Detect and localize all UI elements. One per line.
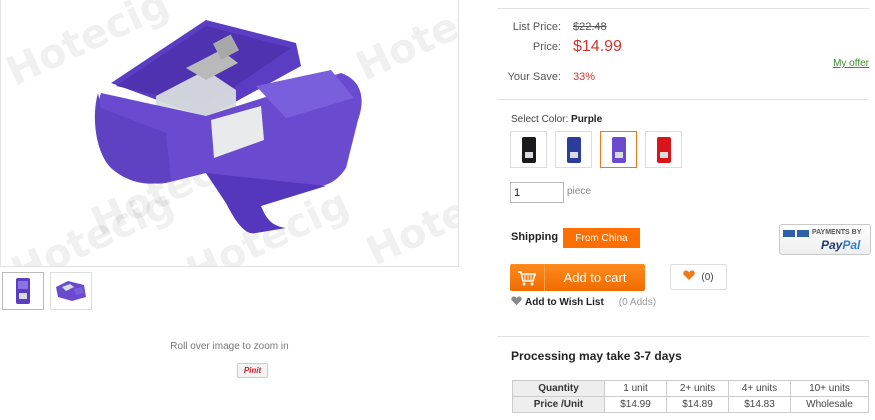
list-price-label: List Price: [512, 21, 561, 33]
table-header: 1 unit [604, 380, 667, 397]
divider [497, 336, 869, 337]
table-cell: $14.89 [666, 396, 729, 413]
quantity-unit: piece [567, 186, 591, 197]
save-value: 33% [573, 71, 596, 83]
list-price-value: $22.48 [573, 21, 607, 33]
cart-icon [510, 264, 545, 291]
my-offer-link[interactable]: My offer [833, 58, 869, 69]
thumbnail-image [16, 278, 30, 304]
swatch-purple-image [611, 136, 626, 163]
swatch-red[interactable] [645, 131, 682, 168]
paypal-badge: PAYMENTS BY PayPal [779, 224, 871, 255]
paypal-logo: PayPal [821, 238, 861, 252]
divider [497, 8, 869, 9]
paypal-top-text: PAYMENTS BY [812, 229, 862, 236]
swatch-blue-image [566, 136, 581, 163]
swatch-black[interactable] [510, 131, 547, 168]
table-cell: Price /Unit [512, 396, 605, 413]
thumbnail-front[interactable] [2, 272, 44, 310]
swatch-blue[interactable] [555, 131, 592, 168]
tier-price-table: Quantity 1 unit 2+ units 4+ units 10+ un… [512, 380, 869, 413]
thumbnail-angle[interactable] [50, 272, 92, 310]
select-color-label: Select Color: Purple [511, 114, 602, 125]
like-count: (0) [701, 271, 714, 283]
table-header: Quantity [512, 380, 605, 397]
save-label: Your Save: [507, 71, 561, 83]
table-header: 10+ units [790, 380, 869, 397]
wishlist-count: (0 Adds) [618, 297, 657, 308]
table-row: Price /Unit $14.99 $14.89 $14.83 Wholesa… [512, 396, 869, 413]
table-header: 4+ units [728, 380, 791, 397]
swatch-purple[interactable] [600, 131, 637, 168]
table-cell: $14.99 [604, 396, 667, 413]
price-label: Price: [532, 41, 561, 53]
add-to-cart-button[interactable]: Add to cart [510, 264, 645, 291]
add-to-wishlist-link[interactable]: Add to Wish List [525, 297, 604, 308]
table-header: 2+ units [666, 380, 729, 397]
table-cell: Wholesale [790, 396, 869, 413]
heart-icon [683, 270, 696, 284]
divider [497, 99, 869, 100]
pinit-button[interactable]: Pinit [237, 363, 268, 378]
wishlist-row: Add to Wish List (0 Adds) [511, 296, 656, 309]
heart-icon [511, 296, 522, 309]
quantity-input[interactable] [510, 182, 564, 203]
main-product-image[interactable]: Hotecig Hotecig Hotecig Hotecig Hotecig … [0, 0, 459, 267]
selected-color: Purple [571, 114, 603, 125]
shipping-label: Shipping [511, 231, 559, 243]
processing-notice: Processing may take 3-7 days [511, 349, 682, 363]
price-value: $14.99 [573, 38, 622, 55]
product-illustration [94, 20, 362, 234]
zoom-hint: Roll over image to zoom in [170, 341, 289, 352]
table-cell: $14.83 [728, 396, 791, 413]
table-row: Quantity 1 unit 2+ units 4+ units 10+ un… [512, 380, 869, 397]
select-color-text: Select Color: [511, 114, 569, 125]
payment-cards-icon [783, 230, 809, 237]
ship-from-button[interactable]: From China [563, 228, 640, 248]
add-to-cart-label: Add to cart [563, 270, 627, 285]
thumbnail-image [56, 281, 86, 301]
swatch-red-image [656, 136, 671, 163]
like-button[interactable]: (0) [670, 264, 727, 290]
product-info-panel: List Price: $22.48 Price: $14.99 Your Sa… [497, 0, 875, 420]
swatch-black-image [521, 136, 536, 163]
